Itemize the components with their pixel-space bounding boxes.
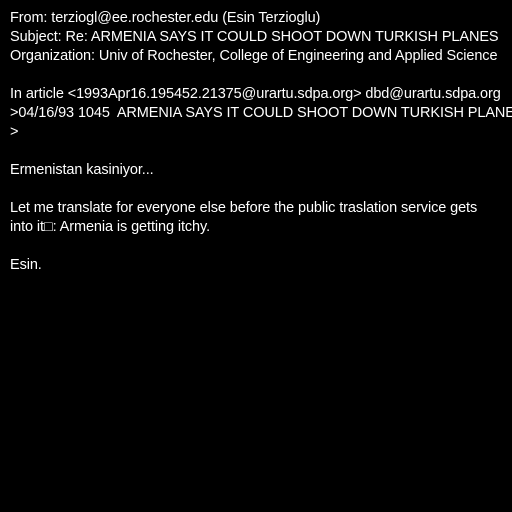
quote-marker: > <box>10 124 19 140</box>
organization-header: Organization: Univ of Rochester, College… <box>10 48 498 64</box>
quote-attribution: In article <1993Apr16.195452.21375@urart… <box>10 86 501 102</box>
from-header: From: terziogl@ee.rochester.edu (Esin Te… <box>10 10 321 26</box>
body-line: into it□: Armenia is getting itchy. <box>10 219 211 235</box>
quoted-line: >04/16/93 1045 ARMENIA SAYS IT COULD SHO… <box>10 105 512 121</box>
body-line: Ermenistan kasiniyor... <box>10 162 154 178</box>
message-viewer: From: terziogl@ee.rochester.edu (Esin Te… <box>0 0 512 512</box>
subject-header: Subject: Re: ARMENIA SAYS IT COULD SHOOT… <box>10 29 499 45</box>
body-line: Let me translate for everyone else befor… <box>10 200 478 216</box>
signature: Esin. <box>10 257 42 273</box>
